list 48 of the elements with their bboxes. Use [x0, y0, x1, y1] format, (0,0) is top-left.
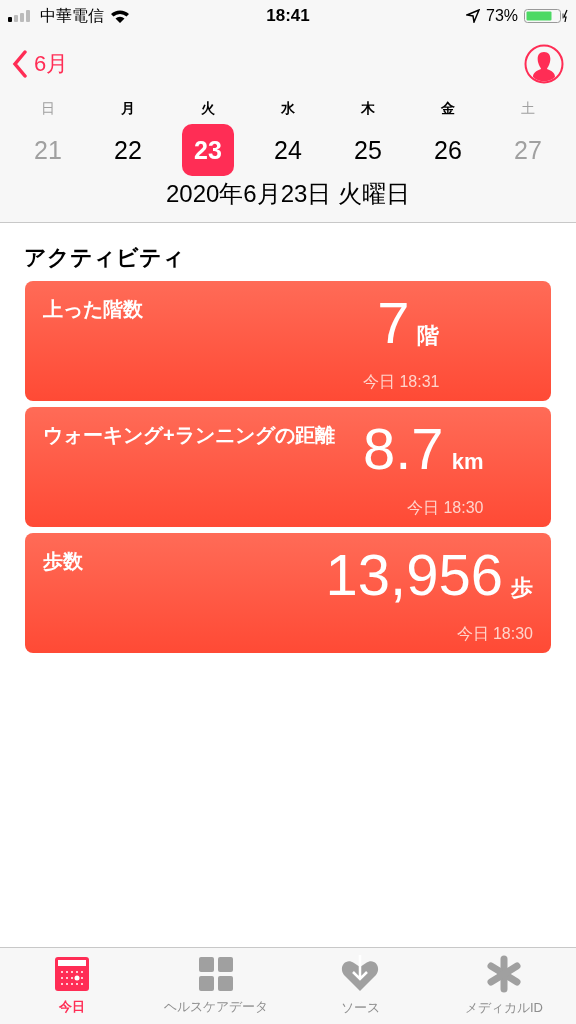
day-button[interactable]: 24 — [262, 124, 314, 176]
day-button[interactable]: 23 — [182, 124, 234, 176]
tab-bar-item[interactable]: ソース — [288, 948, 432, 1024]
weekday-label: 土 — [520, 99, 536, 118]
activity-card[interactable]: 歩数 13,956 歩 今日 18:30 — [25, 533, 551, 653]
weekday-label: 水 — [280, 99, 296, 118]
status-time: 18:41 — [266, 6, 310, 26]
location-arrow-icon — [466, 9, 480, 23]
weekday-label: 月 — [120, 99, 136, 118]
calendar-icon — [54, 956, 90, 992]
battery-percent: 73% — [486, 7, 518, 25]
chevron-left-icon — [12, 50, 28, 78]
heart-download-icon — [340, 955, 380, 993]
card-time: 今日 18:30 — [406, 498, 484, 518]
battery-icon — [524, 9, 568, 23]
asterisk-icon — [486, 955, 522, 993]
weekday-label: 木 — [360, 99, 376, 118]
tab-bar-item[interactable]: 今日 — [0, 948, 144, 1024]
day-button[interactable]: 22 — [102, 124, 154, 176]
card-unit: 階 — [417, 322, 440, 350]
day-button[interactable]: 26 — [422, 124, 474, 176]
card-title: 歩数 — [43, 549, 84, 574]
section-title: アクティビティ — [23, 244, 186, 272]
weekday-label: 金 — [440, 99, 456, 118]
card-value: 7 — [377, 291, 410, 355]
card-title: 上った階数 — [43, 297, 144, 322]
card-unit: km — [451, 449, 484, 475]
card-value: 13,956 — [325, 543, 503, 607]
weekday-label: 火 — [200, 99, 216, 118]
grid-icon — [198, 956, 234, 992]
tab-bar-item[interactable]: ヘルスケアデータ — [144, 948, 288, 1024]
day-button[interactable]: 27 — [502, 124, 554, 176]
carrier-name: 中華電信 — [40, 5, 104, 26]
back-button[interactable]: 6月 — [12, 49, 69, 79]
card-title: ウォーキング+ランニングの距離 — [43, 423, 336, 448]
card-value: 8.7 — [363, 417, 444, 481]
day-button[interactable]: 21 — [22, 124, 74, 176]
activity-card[interactable]: 上った階数 7 階 今日 18:31 — [25, 281, 551, 401]
wifi-icon — [110, 9, 130, 23]
day-button[interactable]: 25 — [342, 124, 394, 176]
activity-card[interactable]: ウォーキング+ランニングの距離 8.7 km 今日 18:30 — [25, 407, 551, 527]
card-unit: 歩 — [511, 574, 533, 602]
card-time: 今日 18:30 — [456, 624, 533, 644]
profile-avatar-icon[interactable] — [524, 44, 564, 84]
selected-date: 2020年6月23日 火曜日 — [164, 179, 412, 209]
tab-bar-item[interactable]: メディカルID — [432, 948, 576, 1024]
weekday-label: 日 — [40, 99, 56, 118]
card-time: 今日 18:31 — [363, 372, 440, 392]
